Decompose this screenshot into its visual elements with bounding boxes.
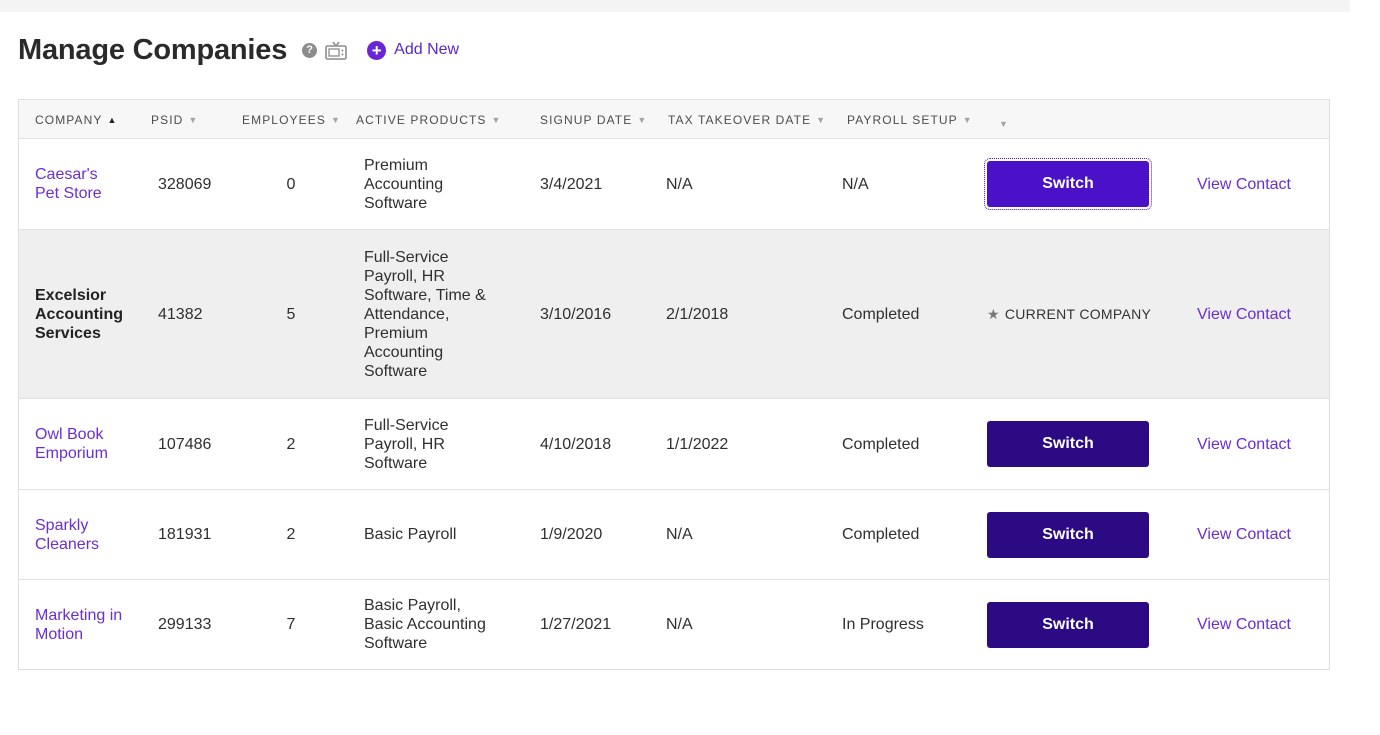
help-icon[interactable]: ?: [302, 42, 318, 58]
signup-date-cell: 1/9/2020: [540, 526, 603, 543]
tax-takeover-cell: 2/1/2018: [666, 305, 729, 323]
psid-cell: 107486: [158, 435, 212, 453]
tv-icon[interactable]: [325, 40, 347, 60]
companies-table: Company ▲ PSID ▼ Employees ▼ Active Product…: [18, 99, 1330, 670]
table-row: Caesar's Pet Store 328069 0 Premium Acco…: [19, 139, 1329, 230]
payroll-setup-cell: N/A: [842, 175, 869, 193]
psid-cell: 181931: [158, 526, 212, 543]
column-header-employees[interactable]: Employees ▼: [242, 100, 341, 139]
products-cell: Premium Accounting Software: [364, 156, 444, 212]
sort-icon: ▼: [330, 114, 341, 125]
sort-asc-icon: ▲: [107, 114, 118, 125]
table-row: Sparkly Cleaners 181931 2 Basic Payroll …: [19, 490, 1329, 580]
table-header: Company ▲ PSID ▼ Employees ▼ Active Product…: [19, 100, 1329, 139]
employees-cell: 5: [286, 305, 296, 323]
company-name: Excelsior Accounting Services: [35, 286, 123, 342]
products-cell: Full-Service Payroll, HR Software, Time …: [364, 248, 486, 380]
sort-icon: ▼: [962, 114, 973, 125]
tax-takeover-cell: N/A: [666, 526, 693, 543]
signup-date-cell: 1/27/2021: [540, 616, 612, 633]
company-link[interactable]: Owl Book Emporium: [35, 425, 125, 463]
view-contact-link[interactable]: View Contact: [1197, 615, 1291, 634]
table-row-current: Excelsior Accounting Services 41382 5 Fu…: [19, 230, 1329, 399]
plus-circle-icon: +: [367, 40, 387, 60]
add-new-button[interactable]: + Add New: [367, 40, 460, 60]
switch-button[interactable]: Switch: [987, 421, 1149, 467]
switch-button[interactable]: Switch: [987, 601, 1149, 648]
add-new-label: Add New: [394, 41, 460, 58]
tax-takeover-cell: N/A: [666, 616, 693, 633]
column-header-actions[interactable]: ▼: [994, 104, 1009, 143]
page-title: Manage Companies: [18, 33, 288, 66]
payroll-setup-cell: In Progress: [842, 616, 924, 633]
switch-button[interactable]: Switch: [987, 511, 1149, 558]
column-header-signup-date[interactable]: Signup Date ▼: [540, 100, 647, 139]
payroll-setup-cell: Completed: [842, 435, 920, 453]
sort-icon: ▼: [999, 118, 1010, 129]
view-contact-link[interactable]: View Contact: [1197, 305, 1291, 324]
payroll-setup-cell: Completed: [842, 305, 920, 323]
table-row: Marketing in Motion 299133 7 Basic Payro…: [19, 580, 1329, 669]
column-header-psid[interactable]: PSID ▼: [151, 100, 198, 139]
employees-cell: 2: [286, 526, 296, 543]
company-link[interactable]: Marketing in Motion: [35, 606, 125, 644]
switch-button[interactable]: Switch: [984, 158, 1152, 210]
payroll-setup-cell: Completed: [842, 526, 920, 543]
column-header-payroll-setup[interactable]: Payroll Setup ▼: [847, 100, 973, 139]
column-header-tax-takeover-date[interactable]: Tax Takeover Date ▼: [668, 100, 826, 139]
sort-icon: ▼: [637, 114, 648, 125]
column-header-company[interactable]: Company ▲: [35, 100, 118, 139]
signup-date-cell: 3/10/2016: [540, 305, 612, 323]
view-contact-link[interactable]: View Contact: [1197, 435, 1291, 454]
company-link[interactable]: Sparkly Cleaners: [35, 516, 125, 554]
tax-takeover-cell: N/A: [666, 175, 693, 193]
sort-icon: ▼: [491, 114, 502, 125]
signup-date-cell: 4/10/2018: [540, 435, 612, 453]
employees-cell: 7: [286, 616, 296, 633]
current-company-badge: ★ CURRENT COMPANY: [987, 305, 1151, 324]
current-company-label: CURRENT COMPANY: [1004, 305, 1152, 322]
products-cell: Basic Payroll: [364, 526, 457, 543]
column-header-active-products[interactable]: Active Products ▼: [356, 100, 502, 139]
star-icon: ★: [987, 305, 1000, 322]
top-strip: [0, 0, 1350, 12]
page-header: Manage Companies ? + Add New: [18, 30, 459, 70]
table-row: Owl Book Emporium 107486 2 Full-Service …: [19, 399, 1329, 490]
view-contact-link[interactable]: View Contact: [1197, 525, 1291, 544]
products-cell: Full-Service Payroll, HR Software: [364, 416, 449, 472]
products-cell: Basic Payroll, Basic Accounting Software: [364, 597, 486, 652]
employees-cell: 2: [286, 435, 296, 453]
signup-date-cell: 3/4/2021: [540, 175, 603, 193]
psid-cell: 299133: [158, 616, 212, 633]
sort-icon: ▼: [816, 114, 827, 125]
sort-icon: ▼: [188, 114, 199, 125]
psid-cell: 328069: [158, 175, 212, 193]
tax-takeover-cell: 1/1/2022: [666, 435, 729, 453]
employees-cell: 0: [286, 175, 296, 193]
view-contact-link[interactable]: View Contact: [1197, 175, 1291, 194]
psid-cell: 41382: [158, 305, 203, 323]
company-link[interactable]: Caesar's Pet Store: [35, 165, 125, 203]
